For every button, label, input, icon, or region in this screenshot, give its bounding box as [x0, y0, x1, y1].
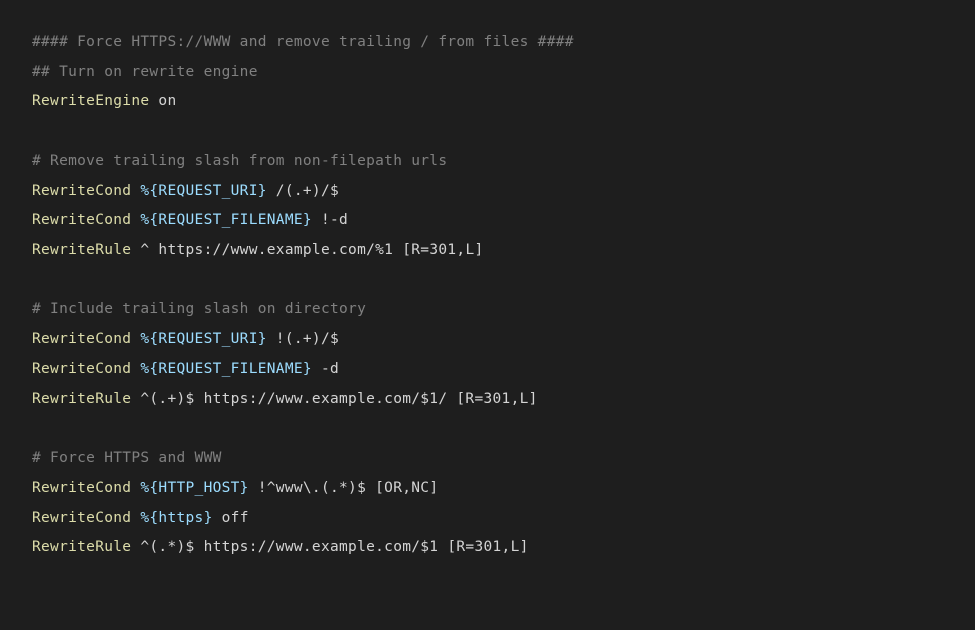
code-segment-variable: %{REQUEST_URI}: [140, 331, 266, 347]
code-segment-comment: ## Turn on rewrite engine: [32, 64, 258, 80]
code-line: #### Force HTTPS://WWW and remove traili…: [32, 28, 943, 58]
code-segment-directive: RewriteCond: [32, 212, 131, 228]
code-segment-variable: %{REQUEST_FILENAME}: [140, 212, 312, 228]
code-segment-comment: # Remove trailing slash from non-filepat…: [32, 153, 447, 169]
code-segment-value: !(.+)/$: [267, 331, 339, 347]
code-segment-value: [131, 183, 140, 199]
code-segment-flags: [OR,NC]: [375, 480, 438, 496]
code-segment-directive: RewriteCond: [32, 331, 131, 347]
code-segment-directive: RewriteRule: [32, 391, 131, 407]
code-segment-directive: RewriteCond: [32, 361, 131, 377]
code-segment-value: [131, 212, 140, 228]
code-segment-directive: RewriteCond: [32, 183, 131, 199]
code-segment-value: [131, 510, 140, 526]
code-line: RewriteCond %{HTTP_HOST} !^www\.(.*)$ [O…: [32, 474, 943, 504]
code-segment-directive: RewriteCond: [32, 510, 131, 526]
code-segment-value: [131, 361, 140, 377]
code-line: # Remove trailing slash from non-filepat…: [32, 147, 943, 177]
code-segment-variable: %{https}: [140, 510, 212, 526]
code-line: RewriteCond %{REQUEST_URI} /(.+)/$: [32, 177, 943, 207]
code-segment-value: !-d: [312, 212, 348, 228]
code-line: RewriteRule ^(.+)$ https://www.example.c…: [32, 385, 943, 415]
code-line: [32, 117, 943, 147]
code-segment-comment: #### Force HTTPS://WWW and remove traili…: [32, 34, 574, 50]
code-segment-variable: %{REQUEST_URI}: [140, 183, 266, 199]
code-segment-value: [131, 331, 140, 347]
code-line: ## Turn on rewrite engine: [32, 58, 943, 88]
code-segment-flags: [R=301,L]: [447, 539, 528, 555]
code-line: RewriteRule ^(.*)$ https://www.example.c…: [32, 533, 943, 563]
code-segment-directive: RewriteRule: [32, 242, 131, 258]
code-container: #### Force HTTPS://WWW and remove traili…: [32, 28, 943, 563]
code-line: RewriteEngine on: [32, 87, 943, 117]
code-segment-blank: [32, 272, 41, 288]
code-segment-value: ^(.+)$ https://www.example.com/$1/: [131, 391, 456, 407]
code-segment-comment: # Force HTTPS and WWW: [32, 450, 222, 466]
code-line: RewriteCond %{REQUEST_FILENAME} -d: [32, 355, 943, 385]
code-segment-value: ^(.*)$ https://www.example.com/$1: [131, 539, 447, 555]
code-segment-value: on: [149, 93, 176, 109]
code-line: # Force HTTPS and WWW: [32, 444, 943, 474]
code-segment-directive: RewriteRule: [32, 539, 131, 555]
code-segment-flags: [R=301,L]: [402, 242, 483, 258]
code-block: #### Force HTTPS://WWW and remove traili…: [0, 0, 975, 630]
code-segment-flags: [R=301,L]: [456, 391, 537, 407]
code-segment-value: /(.+)/$: [267, 183, 339, 199]
code-segment-blank: [32, 420, 41, 436]
code-line: # Include trailing slash on directory: [32, 295, 943, 325]
code-line: [32, 266, 943, 296]
code-segment-directive: RewriteEngine: [32, 93, 149, 109]
code-line: [32, 414, 943, 444]
code-segment-value: ^ https://www.example.com/%1: [131, 242, 402, 258]
code-line: RewriteCond %{REQUEST_URI} !(.+)/$: [32, 325, 943, 355]
code-segment-blank: [32, 123, 41, 139]
code-segment-comment: # Include trailing slash on directory: [32, 301, 366, 317]
code-segment-value: off: [213, 510, 249, 526]
code-segment-variable: %{HTTP_HOST}: [140, 480, 248, 496]
code-segment-value: -d: [312, 361, 339, 377]
code-segment-directive: RewriteCond: [32, 480, 131, 496]
code-line: RewriteCond %{REQUEST_FILENAME} !-d: [32, 206, 943, 236]
code-line: RewriteCond %{https} off: [32, 504, 943, 534]
code-segment-variable: %{REQUEST_FILENAME}: [140, 361, 312, 377]
code-line: RewriteRule ^ https://www.example.com/%1…: [32, 236, 943, 266]
code-segment-value: !^www\.(.*)$: [249, 480, 375, 496]
code-segment-value: [131, 480, 140, 496]
